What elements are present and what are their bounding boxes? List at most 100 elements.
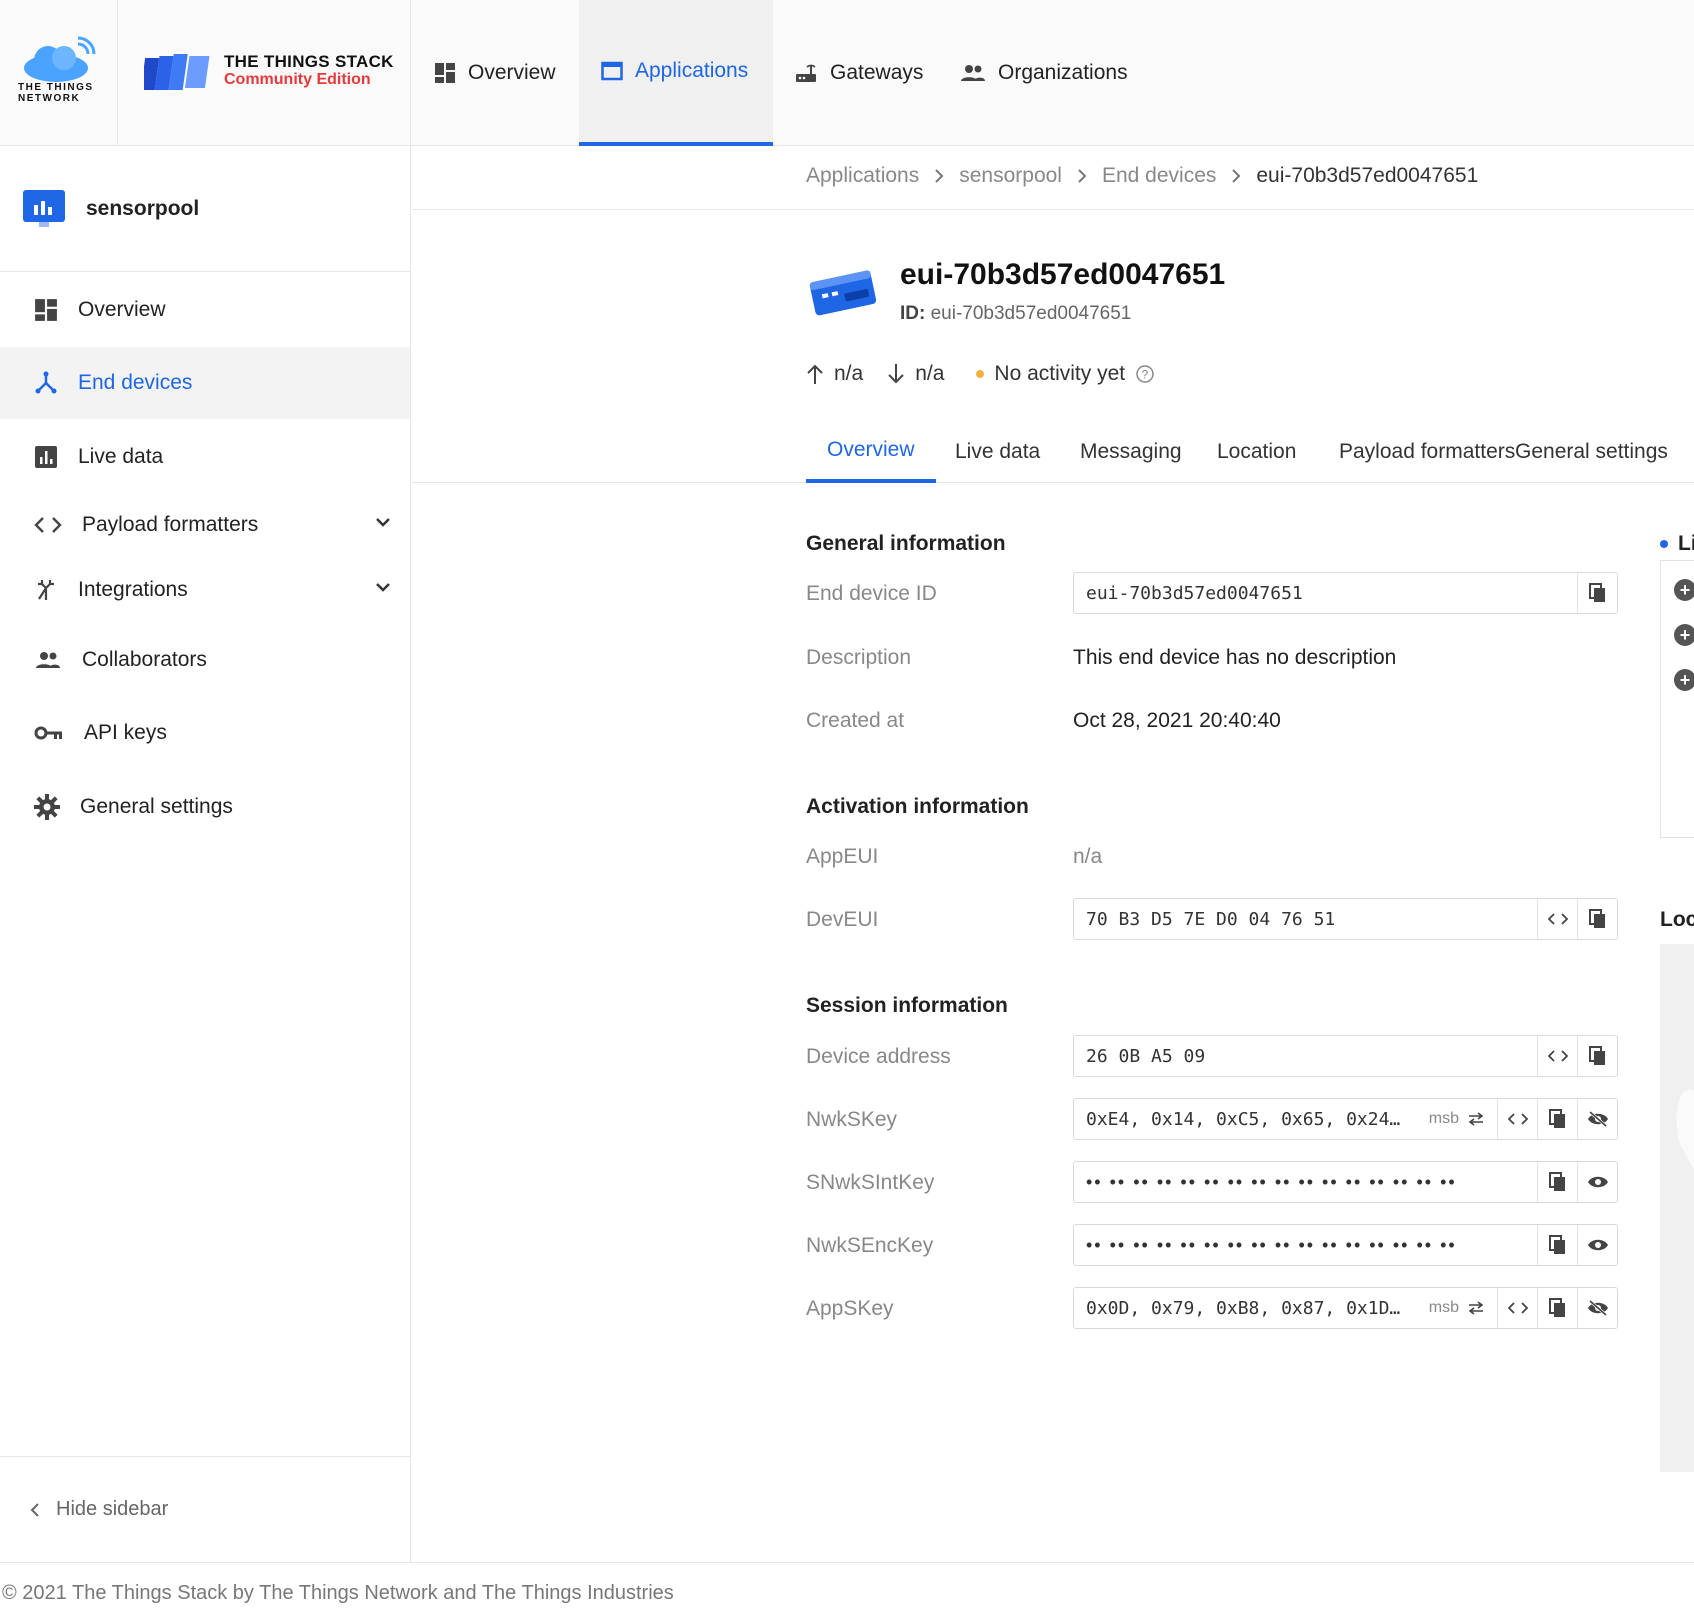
expand-icon[interactable]: +	[1674, 669, 1694, 691]
toggle-format-button[interactable]	[1497, 1099, 1537, 1139]
chevron-down-icon[interactable]	[374, 513, 392, 531]
appskey-label: AppSKey	[806, 1297, 894, 1320]
sidebar-item-overview[interactable]: Overview	[0, 274, 410, 346]
created-label: Created at	[806, 709, 905, 732]
device-id: ID: eui-70b3d57ed0047651	[900, 303, 1131, 325]
end-device-id-field: eui-70b3d57ed0047651	[1073, 572, 1618, 614]
general-info-title: General information	[806, 532, 1006, 555]
copy-button[interactable]	[1537, 1288, 1577, 1328]
toggle-format-button[interactable]	[1537, 1036, 1577, 1076]
activity-status: No activity yet	[994, 362, 1126, 385]
code-icon	[34, 517, 62, 533]
hide-sidebar-button[interactable]: Hide sidebar	[0, 1456, 410, 1562]
application-badge-icon	[23, 189, 65, 227]
sidebar-item-end-devices[interactable]: End devices	[0, 347, 410, 419]
sidebar-item-api-keys[interactable]: API keys	[0, 697, 410, 769]
expand-icon[interactable]: +	[1674, 624, 1694, 646]
application-icon	[601, 61, 623, 81]
tab-general-settings[interactable]: General settings	[1494, 420, 1689, 483]
sidebar-item-payload-formatters[interactable]: Payload formatters	[0, 489, 410, 561]
copy-button[interactable]	[1577, 899, 1617, 939]
tab-live-data[interactable]: Live data	[934, 420, 1061, 483]
eye-off-icon	[1587, 1300, 1608, 1316]
devaddr-field: 26 0B A5 09	[1073, 1035, 1618, 1077]
help-icon[interactable]: ?	[1135, 364, 1155, 384]
nav-overview-label: Overview	[468, 61, 556, 84]
sidebar-item-label: Integrations	[78, 578, 188, 601]
dashboard-icon	[35, 299, 57, 321]
tab-location[interactable]: Location	[1196, 420, 1317, 483]
tts-title: THE THINGS STACK	[224, 52, 394, 71]
breadcrumb-end-devices[interactable]: End devices	[1102, 164, 1216, 188]
copy-button[interactable]	[1577, 573, 1617, 613]
show-value-button[interactable]	[1577, 1162, 1617, 1202]
copy-icon	[1548, 1235, 1565, 1254]
nav-overview[interactable]: Overview	[412, 0, 578, 146]
hide-value-button[interactable]	[1577, 1099, 1617, 1139]
tab-overview[interactable]: Overview	[806, 420, 936, 483]
code-icon	[1507, 1113, 1528, 1125]
ttn-logo[interactable]: THE THINGS NETWORK	[0, 0, 118, 146]
appskey-field: 0x0D, 0x79, 0xB8, 0x87, 0x1D… msb	[1073, 1287, 1618, 1329]
sidebar-item-live-data[interactable]: Live data	[0, 421, 410, 493]
copy-button[interactable]	[1537, 1225, 1577, 1265]
ttn-logo-text: THE THINGS NETWORK	[18, 82, 94, 104]
eye-icon	[1587, 1176, 1608, 1188]
devaddr-label: Device address	[806, 1045, 951, 1068]
people-icon	[36, 652, 60, 668]
chevron-right-icon	[1078, 169, 1087, 183]
end-device-id-value[interactable]: eui-70b3d57ed0047651	[1074, 573, 1577, 613]
devaddr-value[interactable]: 26 0B A5 09	[1074, 1036, 1537, 1076]
snwksintkey-value[interactable]: •• •• •• •• •• •• •• •• •• •• •• •• •• •…	[1074, 1162, 1537, 1202]
sidebar-item-label: Live data	[78, 445, 164, 468]
eye-icon	[1587, 1239, 1608, 1251]
sidebar-item-collaborators[interactable]: Collaborators	[0, 624, 410, 696]
hide-value-button[interactable]	[1577, 1288, 1617, 1328]
copy-button[interactable]	[1577, 1036, 1617, 1076]
nwkskey-value[interactable]: 0xE4, 0x14, 0xC5, 0x65, 0x24…	[1074, 1099, 1417, 1139]
hide-sidebar-label: Hide sidebar	[56, 1498, 169, 1520]
end-device-id-label: End device ID	[806, 582, 937, 605]
toggle-format-button[interactable]	[1497, 1288, 1537, 1328]
deveui-value[interactable]: 70 B3 D5 7E D0 04 76 51	[1074, 899, 1537, 939]
copy-icon	[1588, 583, 1605, 602]
sidebar-item-general-settings[interactable]: General settings	[0, 771, 410, 843]
tab-messaging[interactable]: Messaging	[1059, 420, 1203, 483]
chevron-down-icon[interactable]	[374, 578, 392, 596]
deveui-label: DevEUI	[806, 908, 879, 931]
show-value-button[interactable]	[1577, 1225, 1617, 1265]
code-icon	[1547, 1050, 1568, 1062]
chevron-left-icon	[30, 1502, 39, 1517]
tts-logo-icon	[144, 54, 210, 90]
end-device-icon	[809, 270, 877, 316]
breadcrumb-applications[interactable]: Applications	[806, 164, 919, 188]
appskey-value[interactable]: 0x0D, 0x79, 0xB8, 0x87, 0x1D…	[1074, 1288, 1417, 1328]
sidebar-item-label: Overview	[78, 298, 166, 321]
device-title: eui-70b3d57ed0047651	[900, 258, 1226, 291]
arrow-up-icon	[807, 364, 823, 384]
expand-icon[interactable]: +	[1674, 579, 1694, 601]
description-label: Description	[806, 646, 912, 669]
toggle-format-button[interactable]	[1537, 899, 1577, 939]
device-tabs: Overview Live data Messaging Location Pa…	[412, 420, 1694, 483]
nav-applications[interactable]: Applications	[579, 0, 773, 146]
sidebar-item-integrations[interactable]: Integrations	[0, 554, 410, 626]
nav-applications-label: Applications	[635, 59, 749, 82]
copy-button[interactable]	[1537, 1162, 1577, 1202]
nwksenckey-value[interactable]: •• •• •• •• •• •• •• •• •• •• •• •• •• •…	[1074, 1225, 1537, 1265]
svg-text:?: ?	[1142, 368, 1149, 382]
description-value: This end device has no description	[1073, 646, 1397, 669]
byte-order-toggle[interactable]: msb	[1417, 1288, 1497, 1328]
integration-icon	[38, 580, 54, 600]
sidebar-item-label: Collaborators	[82, 648, 207, 671]
nav-organizations[interactable]: Organizations	[938, 0, 1150, 146]
swap-icon	[1468, 1112, 1484, 1126]
copy-button[interactable]	[1537, 1099, 1577, 1139]
breadcrumb-application[interactable]: sensorpool	[959, 164, 1062, 188]
location-map[interactable]	[1660, 944, 1694, 1472]
nav-gateways[interactable]: Gateways	[772, 0, 945, 146]
byte-order-toggle[interactable]: msb	[1417, 1099, 1497, 1139]
nav-gateways-label: Gateways	[830, 61, 924, 84]
tts-logo[interactable]: THE THINGS STACK Community Edition	[118, 0, 411, 146]
breadcrumb: Applications sensorpool End devices eui-…	[412, 146, 1694, 210]
